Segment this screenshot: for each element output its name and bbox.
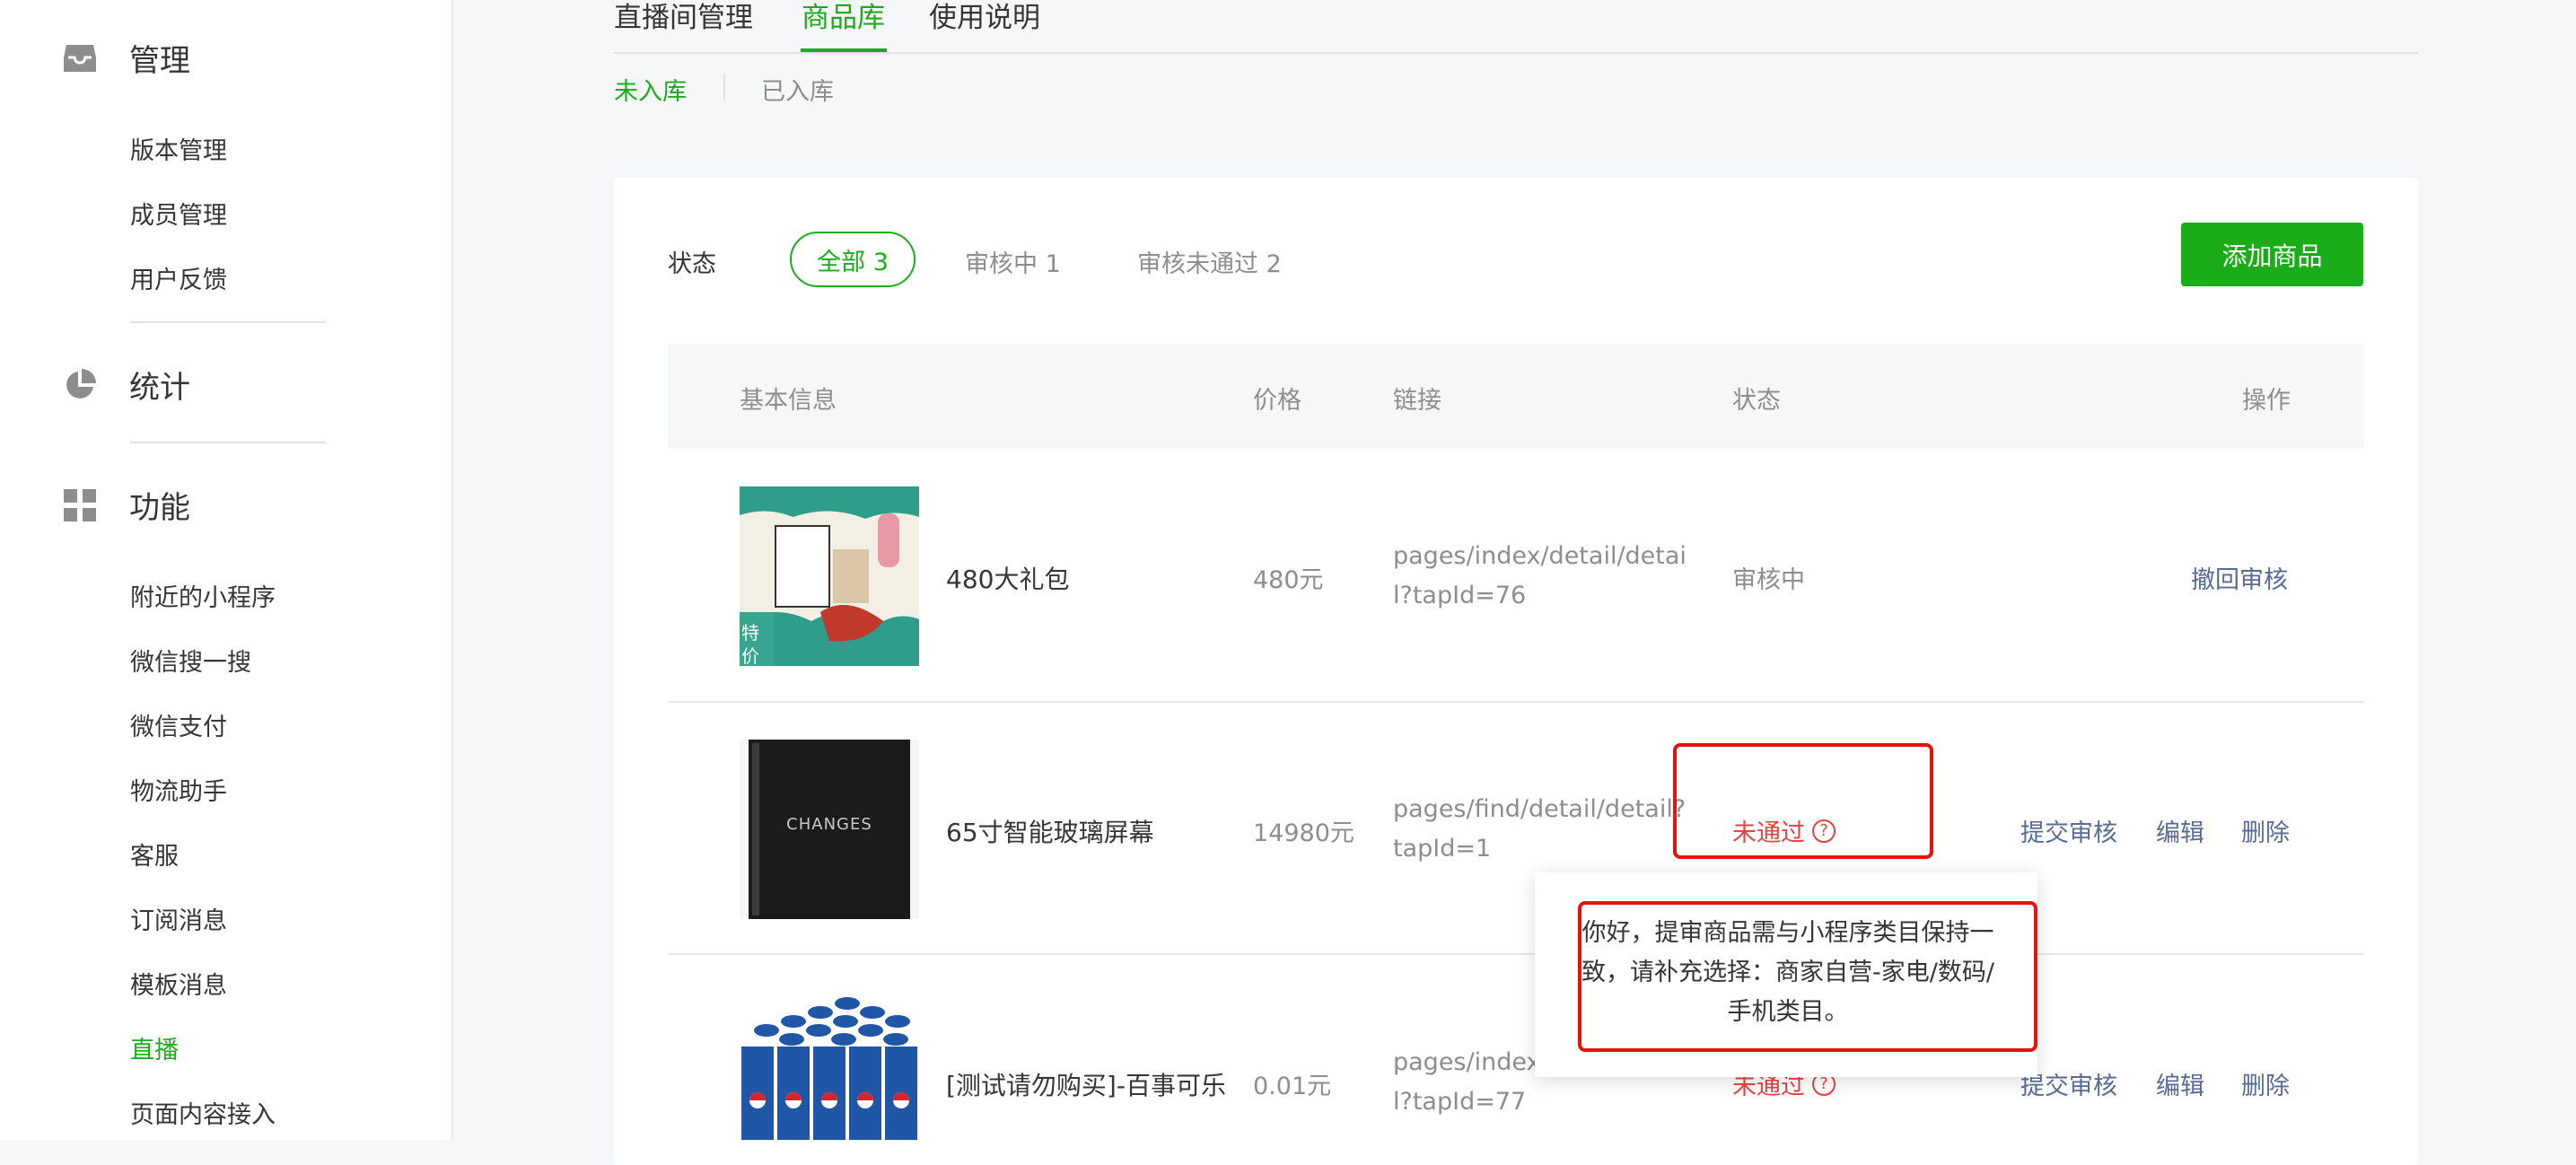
filter-reviewing[interactable]: 审核中 1 (965, 244, 1061, 279)
sidebar-section-manage[interactable]: 管理 (63, 36, 190, 80)
sidebar-item-live[interactable]: 直播 (130, 1030, 179, 1065)
delete-button[interactable]: 删除 (2241, 813, 2290, 848)
grid-icon (63, 488, 97, 522)
tooltip-arrow (1677, 858, 1705, 872)
product-price: 0.01元 (1253, 1073, 1332, 1100)
sidebar-section-features[interactable]: 功能 (63, 483, 190, 527)
product-thumbnail: CHANGES (740, 740, 919, 919)
product-name: 65寸智能玻璃屏幕 (946, 818, 1154, 847)
sidebar-item-logistics[interactable]: 物流助手 (130, 772, 227, 807)
thumbnail-brand-text: CHANGES (786, 815, 872, 834)
pie-chart-icon (63, 368, 97, 402)
inbox-icon (63, 41, 97, 75)
header-actions: 操作 (2242, 387, 2291, 415)
sidebar-item-pay[interactable]: 微信支付 (130, 707, 227, 742)
filter-failed[interactable]: 审核未通过 2 (1137, 244, 1282, 279)
filter-all-pill[interactable]: 全部 3 (790, 232, 916, 287)
sidebar-item-service[interactable]: 客服 (130, 837, 179, 872)
product-name: [测试请勿购买]-百事可乐 (946, 1071, 1226, 1100)
product-link: pages/find/detail/detail?tapId=1 (1393, 795, 1687, 863)
active-tab-indicator (801, 48, 887, 52)
subtab-stored[interactable]: 已入库 (761, 72, 834, 107)
sidebar: 管理 版本管理 成员管理 用户反馈 统计 功能 附近的小程序 微信搜一搜 微信支… (0, 0, 453, 1140)
product-thumbnail (740, 993, 919, 1140)
row-divider (668, 701, 2364, 703)
product-price: 14980元 (1253, 819, 1354, 847)
sidebar-item-search[interactable]: 微信搜一搜 (130, 643, 251, 678)
header-link: 链接 (1393, 387, 1441, 415)
sidebar-item-subscribe[interactable]: 订阅消息 (130, 901, 227, 936)
sidebar-item-nearby[interactable]: 附近的小程序 (130, 578, 276, 613)
header-status: 状态 (1732, 387, 1781, 415)
header-price: 价格 (1253, 387, 1301, 415)
product-link: pages/index/detail/detail?tapId=76 (1393, 542, 1687, 609)
thumbnail-price-tag: 特价480 (741, 622, 759, 666)
product-thumbnail: 特价480 (740, 486, 919, 666)
subtab-not-stored[interactable]: 未入库 (614, 72, 687, 107)
edit-button[interactable]: 编辑 (2156, 813, 2204, 848)
tab-instructions[interactable]: 使用说明 (929, 0, 1040, 35)
submit-review-button[interactable]: 提交审核 (2020, 813, 2117, 848)
tooltip-highlight-box (1578, 901, 2037, 1052)
sidebar-divider (130, 321, 326, 323)
filter-label: 状态 (668, 250, 716, 278)
tab-live-room[interactable]: 直播间管理 (614, 0, 753, 35)
subtab-separator (723, 74, 725, 101)
status-highlight-box (1673, 743, 1933, 859)
sidebar-section-manage-title: 管理 (129, 43, 190, 79)
sidebar-section-stats[interactable]: 统计 (63, 363, 190, 407)
sidebar-item-version[interactable]: 版本管理 (130, 131, 227, 166)
edit-button[interactable]: 编辑 (2156, 1066, 2204, 1101)
header-basic-info: 基本信息 (740, 387, 837, 415)
product-price: 480元 (1253, 566, 1324, 594)
withdraw-review-button[interactable]: 撤回审核 (2191, 560, 2288, 595)
sidebar-section-features-title: 功能 (129, 490, 190, 526)
sidebar-item-template[interactable]: 模板消息 (130, 966, 227, 1001)
add-goods-button[interactable]: 添加商品 (2181, 223, 2363, 286)
sidebar-item-members[interactable]: 成员管理 (130, 196, 227, 231)
table-header (668, 344, 2364, 449)
product-name: 480大礼包 (946, 565, 1070, 594)
sidebar-item-feedback[interactable]: 用户反馈 (130, 260, 227, 295)
tab-goods-library[interactable]: 商品库 (802, 0, 885, 35)
sidebar-item-content[interactable]: 页面内容接入 (130, 1095, 276, 1130)
sidebar-section-stats-title: 统计 (129, 370, 190, 406)
delete-button[interactable]: 删除 (2241, 1066, 2290, 1101)
row-divider (668, 953, 2364, 955)
sidebar-divider (130, 442, 326, 443)
status-badge: 审核中 (1732, 566, 1805, 594)
